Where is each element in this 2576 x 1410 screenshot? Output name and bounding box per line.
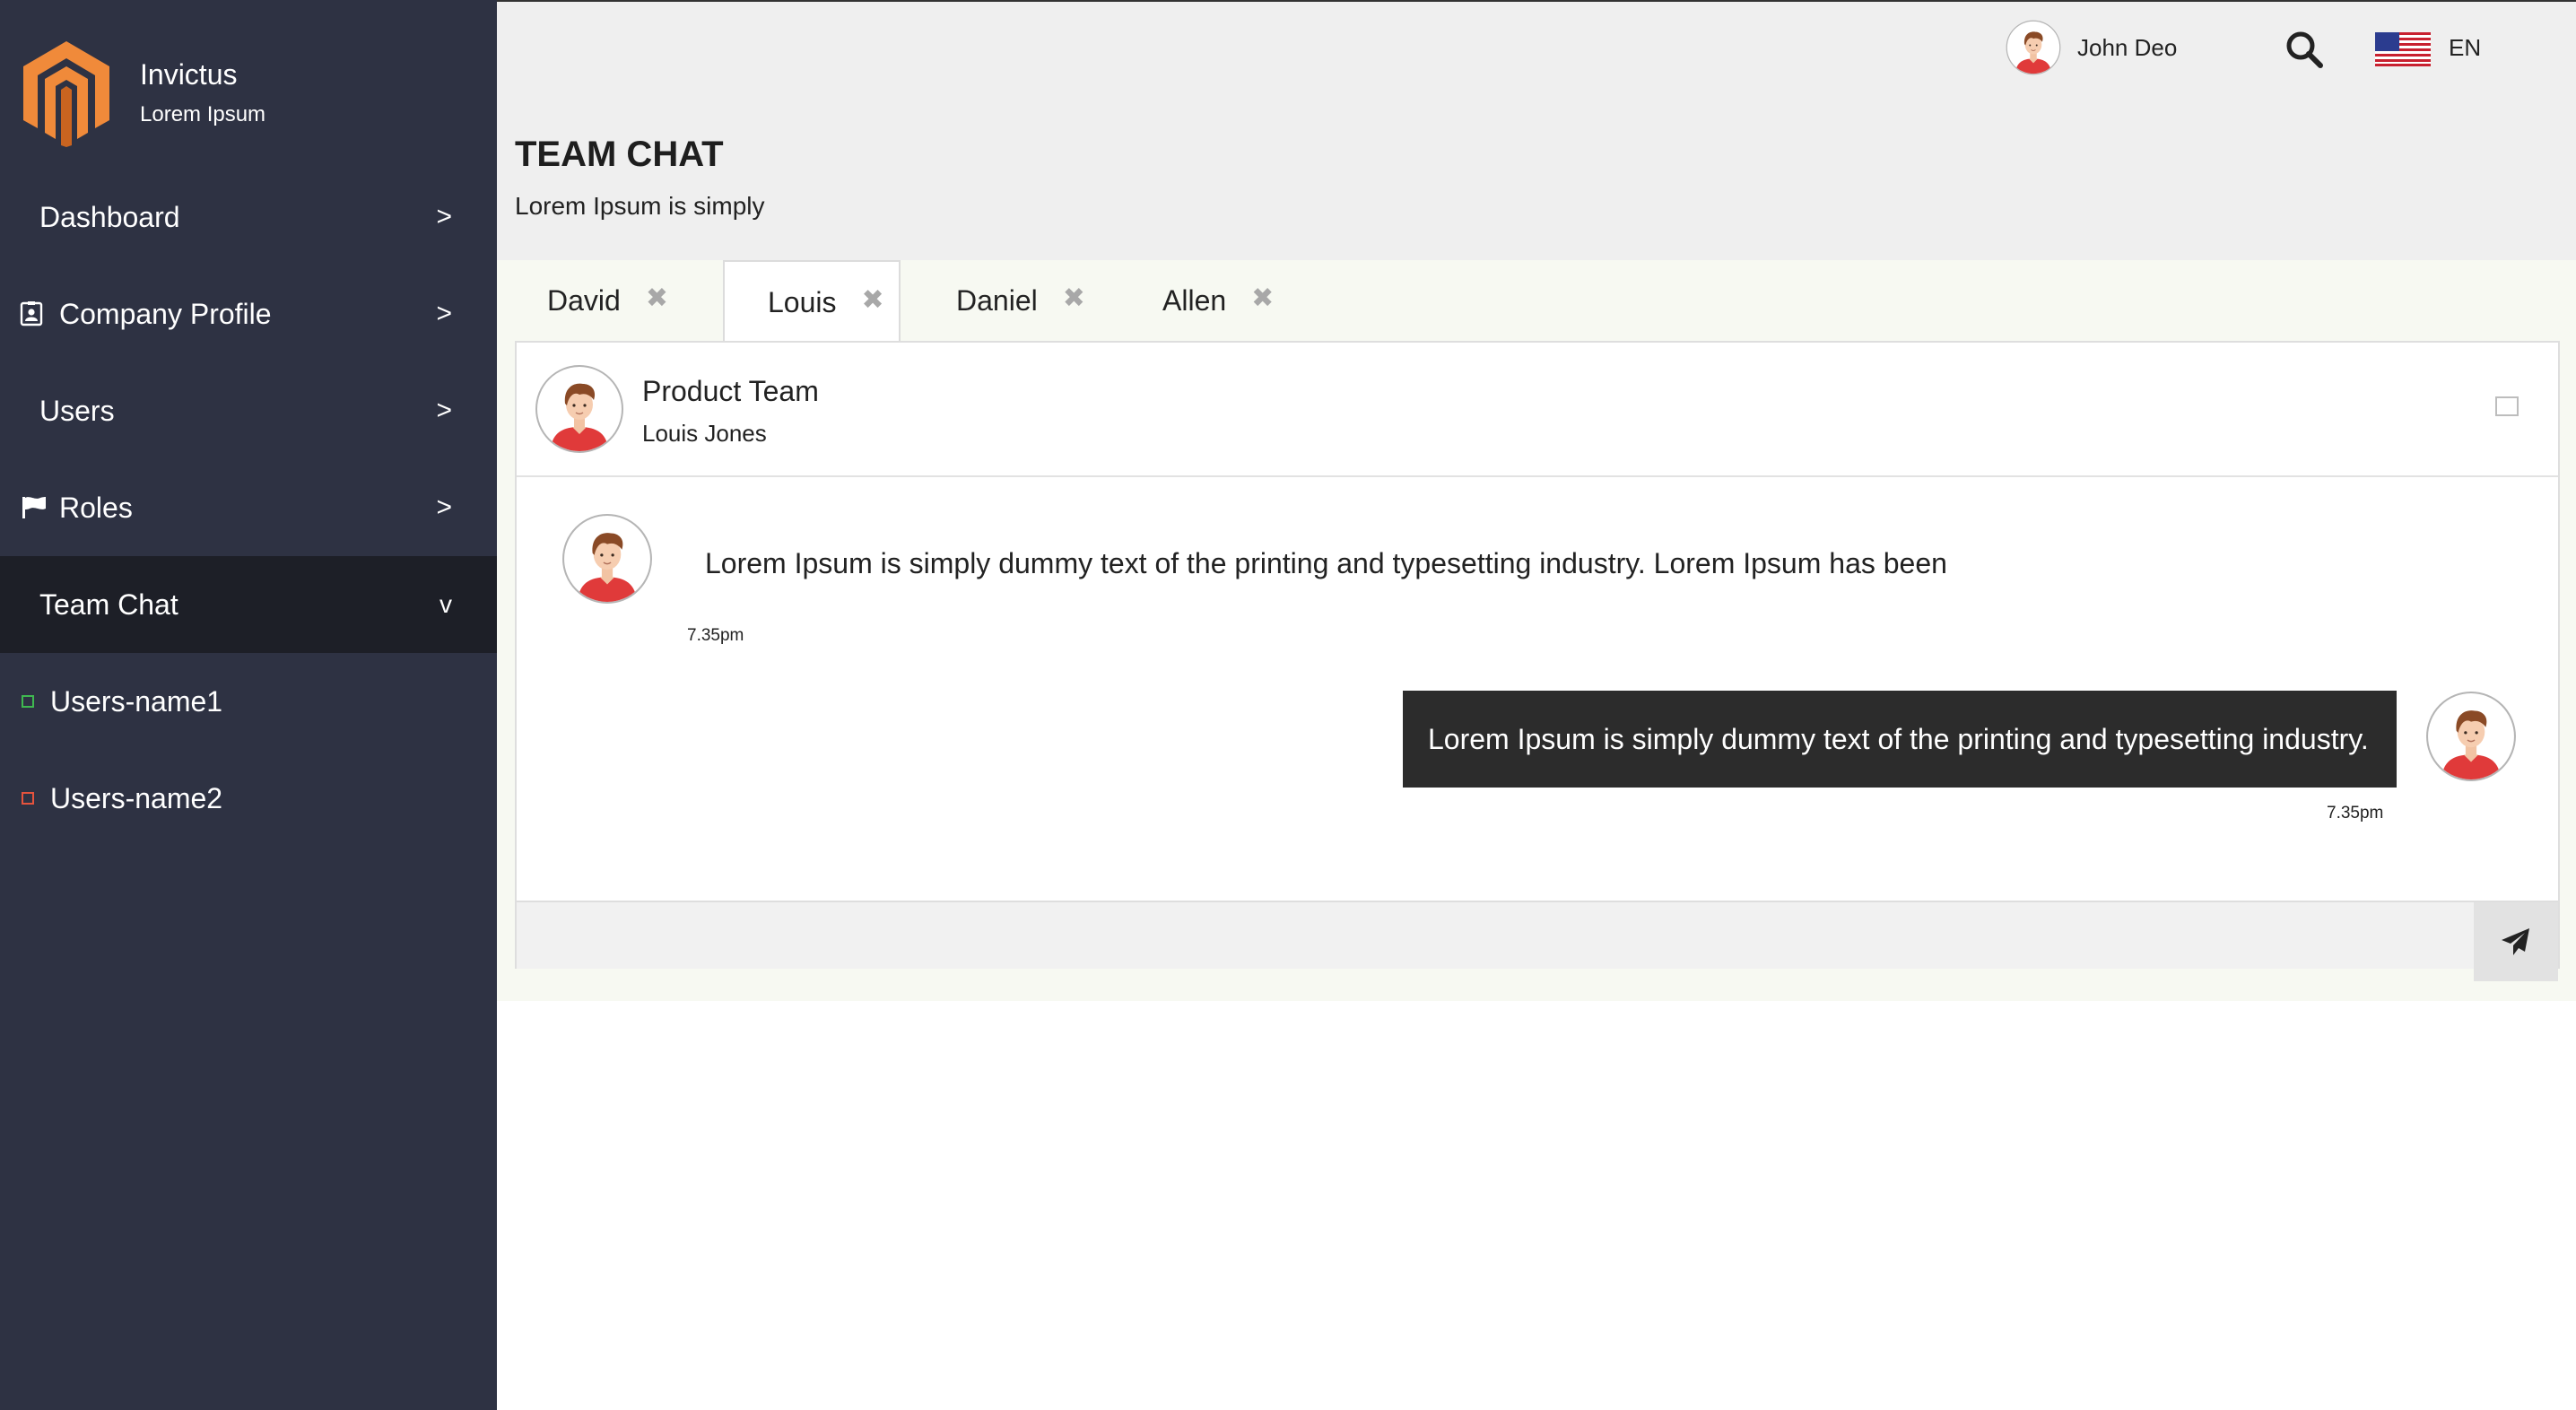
language-selector[interactable]: EN <box>2449 34 2481 62</box>
sidebar-subitem-label: Users-name1 <box>50 684 223 718</box>
sidebar-item-label: Team Chat <box>39 588 178 621</box>
close-icon[interactable]: ✖ <box>1063 283 1085 314</box>
sidebar-item-dashboard[interactable]: Dashboard > <box>0 169 497 265</box>
online-status-icon <box>22 695 34 708</box>
search-icon[interactable] <box>2284 29 2325 70</box>
sidebar-item-label: Users <box>39 394 115 427</box>
outgoing-message-text: Lorem Ipsum is simply dummy text of the … <box>1428 722 2369 755</box>
chat-member-name: Louis Jones <box>642 420 767 447</box>
tab-label: David <box>547 283 621 317</box>
message-input[interactable] <box>517 902 2474 969</box>
tab-daniel[interactable]: Daniel ✖ <box>956 260 1085 341</box>
chevron-down-icon: v <box>439 590 452 618</box>
chat-group-name: Product Team <box>642 375 819 407</box>
sidebar-item-users[interactable]: Users > <box>0 362 497 459</box>
incoming-message: Lorem Ipsum is simply dummy text of the … <box>705 547 1947 579</box>
chat-panel: Product Team Louis Jones Lorem Ipsum is … <box>515 341 2560 981</box>
message-timestamp: 7.35pm <box>2327 804 2384 822</box>
sidebar-subitem-label: Users-name2 <box>50 781 223 814</box>
sidebar-item-team-chat[interactable]: Team Chat v <box>0 556 497 653</box>
flag-icon <box>22 497 46 518</box>
page-subtitle: Lorem Ipsum is simply <box>515 192 765 220</box>
page-header: John Deo EN TEAM CHAT Lorem Ipsum is sim… <box>497 0 2576 260</box>
tab-louis[interactable]: Louis ✖ <box>723 260 901 343</box>
chevron-right-icon: > <box>436 299 452 328</box>
chevron-right-icon: > <box>436 396 452 425</box>
message-timestamp: 7.35pm <box>687 626 744 645</box>
sidebar-item-company-profile[interactable]: Company Profile > <box>0 265 497 362</box>
sidebar-subitem-users-name2[interactable]: Users-name2 <box>0 750 497 847</box>
sidebar-subitem-users-name1[interactable]: Users-name1 <box>0 653 497 750</box>
sidebar-item-label: Roles <box>59 491 133 524</box>
send-icon <box>2502 928 2529 955</box>
sidebar-item-label: Dashboard <box>39 200 180 233</box>
send-button[interactable] <box>2474 902 2558 981</box>
chevron-right-icon: > <box>436 202 452 231</box>
outgoing-message: Lorem Ipsum is simply dummy text of the … <box>1403 691 2397 788</box>
tab-allen[interactable]: Allen ✖ <box>1162 260 1274 341</box>
id-badge-icon <box>20 301 43 326</box>
sidebar-nav: Dashboard > Company Profile > Users > Ro… <box>0 169 497 847</box>
tab-label: Daniel <box>956 283 1038 317</box>
chevron-right-icon: > <box>436 492 452 522</box>
avatar <box>2006 20 2061 75</box>
avatar <box>2425 691 2517 782</box>
close-icon[interactable]: ✖ <box>646 283 668 314</box>
us-flag-icon[interactable] <box>2375 32 2431 66</box>
brand-name: Invictus <box>140 58 238 91</box>
offline-status-icon <box>22 792 34 805</box>
page-title: TEAM CHAT <box>515 135 724 174</box>
close-icon[interactable]: ✖ <box>1251 283 1274 314</box>
tab-label: Louis <box>768 285 837 318</box>
chat-header: Product Team Louis Jones <box>517 343 2558 477</box>
avatar <box>535 364 624 454</box>
tab-david[interactable]: David ✖ <box>547 260 668 341</box>
sidebar-item-label: Company Profile <box>59 297 272 330</box>
chat-tabs: David ✖ Louis ✖ Daniel ✖ Allen ✖ <box>515 260 2558 343</box>
chat-container: David ✖ Louis ✖ Daniel ✖ Allen ✖ Product… <box>497 260 2576 1001</box>
close-icon[interactable]: ✖ <box>862 284 884 316</box>
user-menu[interactable]: John Deo <box>2006 20 2177 75</box>
user-name: John Deo <box>2077 33 2178 61</box>
brand-subtitle: Lorem Ipsum <box>140 102 266 126</box>
brand[interactable]: Invictus Lorem Ipsum <box>20 39 265 147</box>
sidebar: Invictus Lorem Ipsum Dashboard > Company… <box>0 0 497 1410</box>
maximize-icon[interactable] <box>2495 396 2519 416</box>
avatar <box>561 513 653 605</box>
sidebar-item-roles[interactable]: Roles > <box>0 459 497 556</box>
brand-logo-icon <box>23 41 109 147</box>
message-composer <box>517 901 2558 981</box>
tab-label: Allen <box>1162 283 1227 317</box>
